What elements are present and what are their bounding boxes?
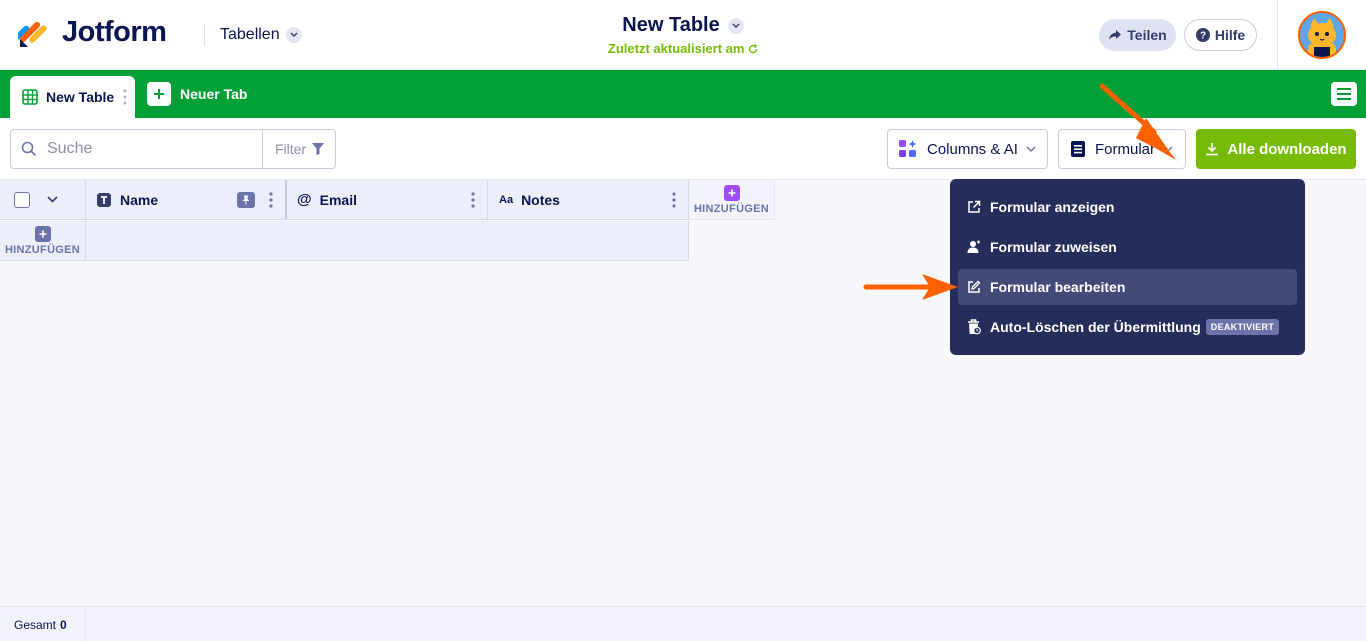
filter-button[interactable]: Filter [262, 130, 336, 168]
search-box: Filter [10, 129, 336, 169]
plus-icon [34, 225, 51, 242]
column-title: Email [319, 191, 357, 208]
menu-item-assign-form[interactable]: Formular zuweisen [958, 229, 1297, 265]
new-tab-label: Neuer Tab [180, 86, 248, 102]
add-row-button[interactable]: HINZUFÜGEN [0, 221, 86, 261]
svg-text:?: ? [1200, 31, 1206, 42]
table-title[interactable]: New Table [560, 14, 806, 37]
filter-funnel-icon [312, 143, 325, 155]
chevron-down-icon [1026, 146, 1036, 152]
assign-user-icon [966, 239, 982, 255]
columns-ai-label: Columns & AI [927, 140, 1018, 158]
filter-label: Filter [274, 141, 307, 157]
download-all-button[interactable]: Alle downloaden [1196, 129, 1356, 169]
app-header: Jotform Tabellen New Table Zuletzt aktua… [0, 0, 1366, 70]
tables-menu[interactable]: Tabellen [220, 26, 302, 44]
columns-ai-icon [899, 140, 917, 158]
add-column-button[interactable]: HINZUFÜGEN [689, 180, 775, 220]
menu-item-auto-delete[interactable]: Auto-Löschen der Übermittlung DEAKTIVIER… [958, 309, 1297, 345]
hamburger-icon [1337, 88, 1351, 100]
menu-item-view-form[interactable]: Formular anzeigen [958, 189, 1297, 225]
menu-item-label: Formular bearbeiten [990, 279, 1126, 295]
status-badge: DEAKTIVIERT [1205, 319, 1280, 335]
tab-new-table[interactable]: New Table [10, 76, 135, 118]
pin-icon[interactable] [237, 192, 255, 208]
table-grid-icon [22, 89, 38, 105]
chevron-down-icon[interactable] [47, 196, 58, 203]
share-label: Teilen [1127, 27, 1167, 43]
chevron-down-icon [727, 17, 744, 34]
total-value: 0 [60, 617, 67, 632]
select-all-checkbox[interactable] [14, 192, 30, 208]
trash-clock-icon [966, 319, 982, 335]
tab-options-icon[interactable] [123, 89, 127, 105]
chevron-down-icon [285, 27, 302, 43]
tab-label: New Table [46, 89, 115, 105]
search-icon [11, 141, 47, 157]
column-header-email[interactable]: @ Email [287, 180, 488, 220]
form-dropdown-menu: Formular anzeigen Formular zuweisen Form… [950, 179, 1305, 355]
menu-item-label: Formular zuweisen [990, 239, 1117, 255]
annotation-arrow-icon [1099, 83, 1176, 160]
new-tab-button[interactable]: Neuer Tab [147, 82, 247, 106]
at-icon: @ [297, 191, 312, 208]
header-divider [204, 24, 205, 46]
last-updated-status: Zuletzt aktualisiert am [560, 41, 806, 56]
edit-icon [966, 279, 982, 295]
refresh-icon [748, 41, 758, 56]
tables-label: Tabellen [220, 26, 280, 43]
column-options-icon[interactable] [269, 192, 273, 211]
empty-row [86, 221, 689, 261]
jotform-logo[interactable]: Jotform [15, 16, 167, 49]
search-input[interactable] [47, 140, 257, 158]
menu-item-label: Auto-Löschen der Übermittlung [990, 319, 1201, 335]
plus-icon [723, 184, 740, 201]
column-title: Name [120, 191, 159, 208]
share-button[interactable]: Teilen [1099, 19, 1176, 51]
columns-ai-button[interactable]: Columns & AI [887, 129, 1048, 169]
select-all-column-header [0, 180, 86, 220]
add-row-label: HINZUFÜGEN [4, 243, 81, 256]
table-title-text: New Table [622, 14, 720, 36]
column-title: Notes [521, 191, 560, 208]
form-document-icon [1071, 141, 1085, 157]
annotation-arrow-icon [863, 274, 958, 300]
table-title-area: New Table Zuletzt aktualisiert am [560, 14, 806, 56]
total-label: Gesamt [14, 617, 57, 632]
column-header-notes[interactable]: Aa Notes [488, 180, 689, 220]
download-all-label: Alle downloaden [1227, 140, 1347, 158]
external-link-icon [966, 199, 982, 215]
plus-icon [147, 82, 171, 106]
footer-bar: Gesamt 0 [0, 606, 1366, 641]
help-label: Hilfe [1214, 27, 1246, 43]
help-icon: ? [1195, 28, 1210, 42]
column-options-icon[interactable] [672, 192, 676, 211]
avatar-cat-icon [1300, 13, 1344, 57]
column-options-icon[interactable] [471, 192, 475, 211]
add-column-label: HINZUFÜGEN [693, 202, 770, 215]
header-separator [1277, 0, 1278, 70]
column-header-name[interactable]: Name [86, 180, 287, 220]
text-type-icon [97, 192, 111, 207]
share-arrow-icon [1108, 29, 1122, 41]
help-button[interactable]: ? Hilfe [1184, 19, 1257, 51]
total-count: Gesamt 0 [0, 607, 86, 641]
jotform-logo-icon [15, 17, 50, 49]
user-avatar[interactable] [1298, 11, 1346, 59]
logo-text: Jotform [62, 16, 167, 48]
aa-icon: Aa [499, 193, 514, 206]
last-updated-text: Zuletzt aktualisiert am [607, 41, 745, 56]
menu-item-label: Formular anzeigen [990, 199, 1115, 215]
hamburger-menu-button[interactable] [1331, 82, 1357, 106]
menu-item-edit-form[interactable]: Formular bearbeiten [958, 269, 1297, 305]
download-icon [1205, 142, 1219, 156]
